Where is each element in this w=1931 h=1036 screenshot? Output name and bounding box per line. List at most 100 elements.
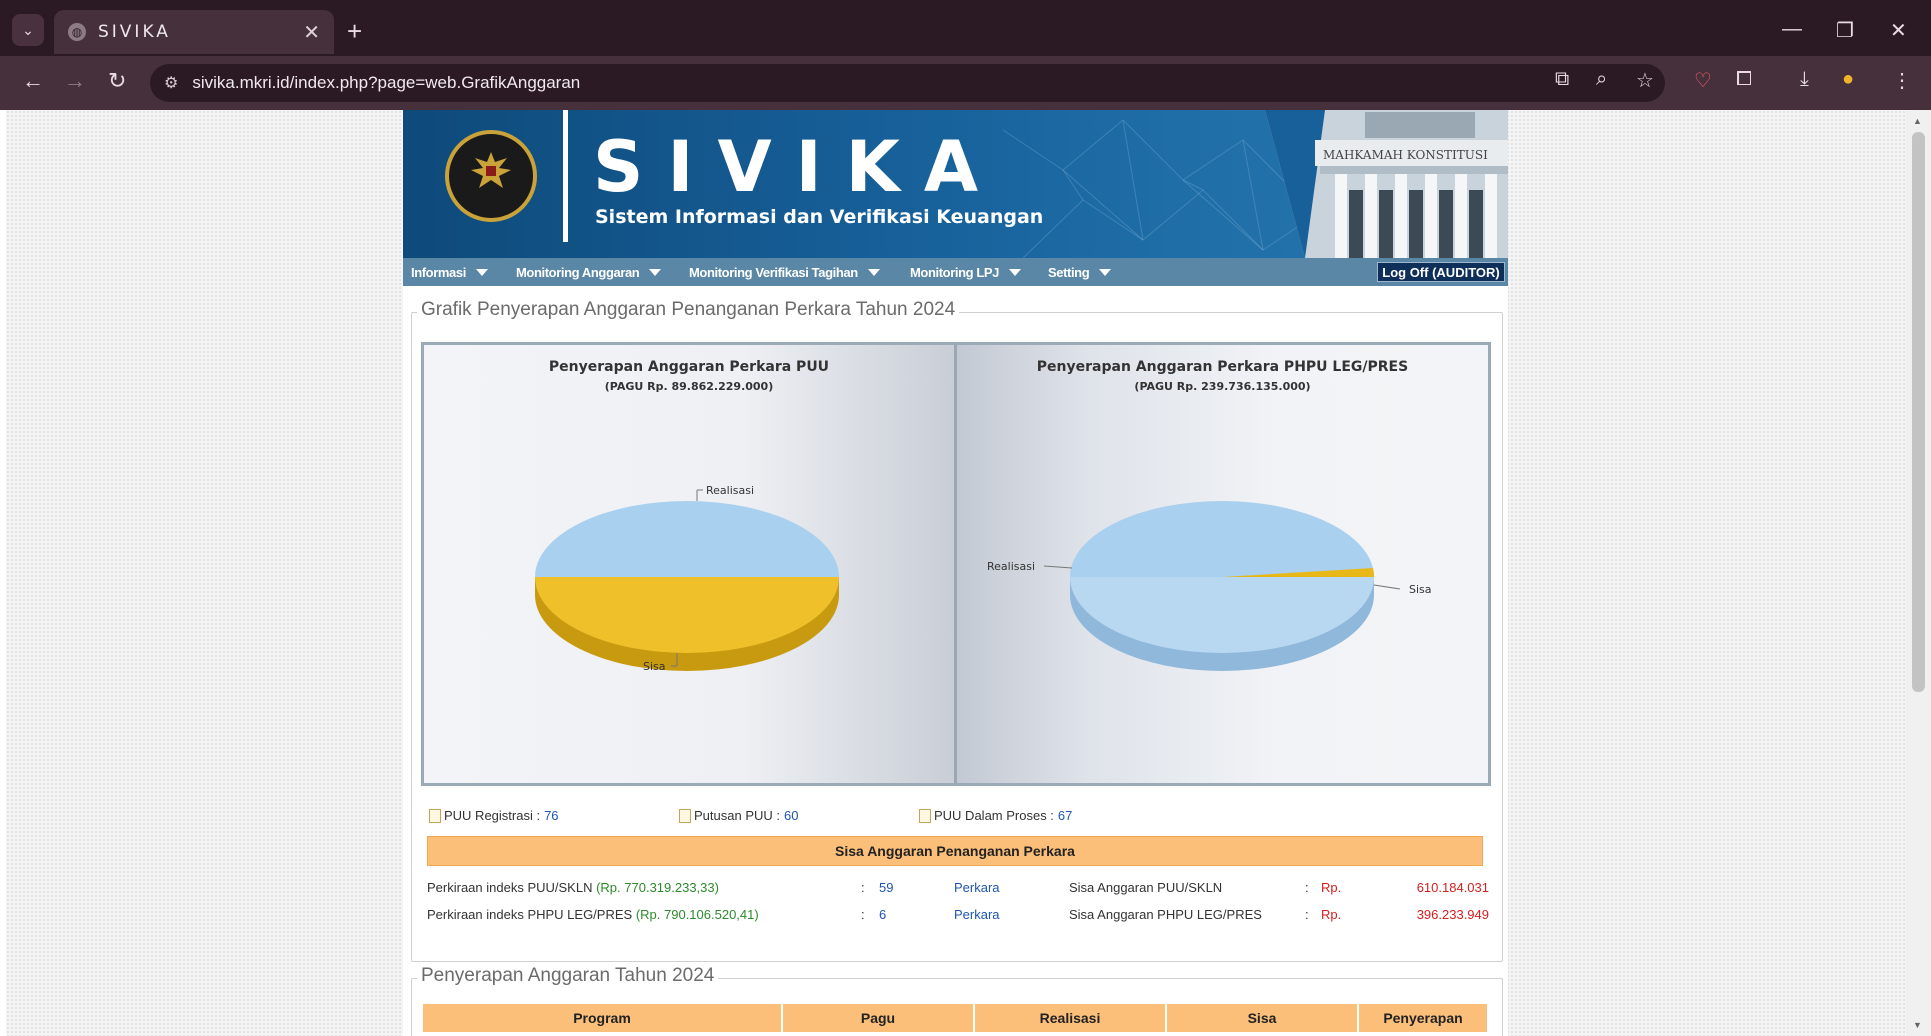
menu-setting[interactable]: Setting bbox=[1048, 258, 1112, 286]
label-line bbox=[1043, 565, 1073, 569]
pie-slice-realisasi bbox=[1070, 501, 1374, 577]
stat-putusan-puu: Putusan PUU : 60 bbox=[679, 808, 798, 823]
pie-label-realisasi: Realisasi bbox=[987, 560, 1035, 573]
browser-toolbar: ← → ↻ ⚙ sivika.mkri.id/index.php?page=we… bbox=[0, 56, 1931, 110]
building-sign: MAHKAMAH KONSTITUSI bbox=[1323, 148, 1488, 162]
menu-monitoring-lpj[interactable]: Monitoring LPJ bbox=[910, 258, 1021, 286]
browser-chrome: ⌄ ◍ SIVIKA ✕ + — ❐ ✕ ← → ↻ ⚙ sivika.mkri… bbox=[0, 0, 1931, 110]
colon: : bbox=[861, 880, 865, 895]
caret-down-icon bbox=[867, 268, 880, 276]
globe-icon: ◍ bbox=[68, 23, 86, 41]
column-header-program: Program bbox=[423, 1004, 781, 1032]
browser-tab[interactable]: ◍ SIVIKA ✕ bbox=[54, 10, 334, 54]
menu-dots-icon[interactable]: ⋮ bbox=[1892, 68, 1912, 93]
stat-value: 76 bbox=[544, 808, 559, 823]
sisa-amount: 610.184.031 bbox=[1416, 880, 1489, 895]
perkara-unit: Perkara bbox=[954, 907, 1000, 922]
chart-panel: Penyerapan Anggaran Perkara PUU (PAGU Rp… bbox=[421, 342, 1491, 786]
sisa-anggaran-header: Sisa Anggaran Penanganan Perkara bbox=[427, 836, 1483, 866]
pie-label-sisa: Sisa bbox=[643, 660, 666, 673]
vertical-scrollbar[interactable]: ▲ ▼ bbox=[1906, 110, 1931, 1036]
caret-down-icon bbox=[475, 268, 488, 276]
stat-value: 60 bbox=[784, 808, 799, 823]
menu-label: Monitoring Anggaran bbox=[516, 264, 640, 280]
star-icon[interactable]: ☆ bbox=[1636, 68, 1654, 93]
sisa-label: Sisa Anggaran PUU/SKLN bbox=[1069, 880, 1223, 895]
brand-subtitle: Sistem Informasi dan Verifikasi Keuangan bbox=[595, 206, 1044, 228]
indeks-value: (Rp. 790.106.520,41) bbox=[635, 907, 759, 922]
indeks-label: Perkiraan indeks PUU/SKLN bbox=[427, 880, 593, 895]
column-header-penyerapan: Penyerapan bbox=[1359, 1004, 1487, 1032]
brand-title: SIVIKA bbox=[593, 126, 1003, 208]
menu-label: Monitoring Verifikasi Tagihan bbox=[689, 264, 858, 280]
translate-icon[interactable]: ⧉ bbox=[1555, 68, 1569, 91]
caret-down-icon bbox=[649, 268, 662, 276]
currency: Rp. bbox=[1321, 907, 1342, 922]
pocket-icon[interactable]: ♡ bbox=[1694, 68, 1712, 93]
indeks-label: Perkiraan indeks PHPU LEG/PRES bbox=[427, 907, 633, 922]
main-menu: Informasi Monitoring Anggaran Monitoring… bbox=[403, 258, 1508, 286]
header-banner: SIVIKA Sistem Informasi dan Verifikasi K… bbox=[403, 110, 1508, 258]
scrollbar-thumb[interactable] bbox=[1912, 132, 1925, 692]
currency: Rp. bbox=[1321, 880, 1342, 895]
site-info-icon[interactable]: ⚙ bbox=[164, 73, 178, 93]
menu-label: Setting bbox=[1048, 264, 1090, 280]
colon: : bbox=[861, 907, 865, 922]
chart-phpu: Penyerapan Anggaran Perkara PHPU LEG/PRE… bbox=[957, 345, 1488, 783]
pie-label-sisa: Sisa bbox=[1409, 583, 1432, 596]
scroll-up-icon[interactable]: ▲ bbox=[1913, 116, 1922, 126]
tab-strip: ⌄ ◍ SIVIKA ✕ + — ❐ ✕ bbox=[0, 6, 1931, 56]
pie-slice-realisasi bbox=[535, 501, 839, 577]
restore-icon[interactable]: ❐ bbox=[1836, 18, 1854, 43]
logoff-button[interactable]: Log Off (AUDITOR) bbox=[1377, 262, 1505, 282]
address-bar[interactable]: ⚙ sivika.mkri.id/index.php?page=web.Graf… bbox=[150, 64, 1665, 102]
close-icon[interactable]: ✕ bbox=[303, 20, 320, 45]
back-icon[interactable]: ← bbox=[22, 68, 44, 94]
court-building-image: MAHKAMAH KONSTITUSI bbox=[1265, 110, 1508, 258]
stat-puu-dalam-proses: PUU Dalam Proses : 67 bbox=[919, 808, 1072, 823]
reload-icon[interactable]: ↻ bbox=[108, 68, 126, 94]
tab-search-button[interactable]: ⌄ bbox=[12, 14, 44, 46]
menu-label: Informasi bbox=[411, 264, 466, 280]
document-icon bbox=[919, 808, 931, 823]
header-divider bbox=[563, 110, 568, 242]
caret-down-icon bbox=[1099, 268, 1112, 276]
label-line bbox=[1373, 584, 1401, 590]
menu-monitoring-verifikasi-tagihan[interactable]: Monitoring Verifikasi Tagihan bbox=[689, 258, 880, 286]
indeks-value: (Rp. 770.319.233,33) bbox=[596, 880, 719, 895]
document-icon bbox=[429, 808, 441, 823]
stat-label: PUU Dalam Proses : bbox=[934, 808, 1054, 823]
minimize-icon[interactable]: — bbox=[1782, 18, 1802, 41]
profile-avatar[interactable]: ● bbox=[1842, 68, 1854, 91]
page-content: SIVIKA Sistem Informasi dan Verifikasi K… bbox=[403, 110, 1508, 1036]
section-title: Penyerapan Anggaran Tahun 2024 bbox=[417, 965, 719, 987]
column-header-pagu: Pagu bbox=[783, 1004, 973, 1032]
zoom-icon[interactable]: ⌕ bbox=[1596, 68, 1607, 91]
sisa-label: Sisa Anggaran PHPU LEG/PRES bbox=[1069, 907, 1262, 922]
stat-puu-registrasi: PUU Registrasi : 76 bbox=[429, 808, 559, 823]
pie-chart-puu: Realisasi Sisa bbox=[535, 484, 839, 673]
menu-informasi[interactable]: Informasi bbox=[411, 258, 488, 286]
stat-label: Putusan PUU : bbox=[694, 808, 780, 823]
column-header-sisa: Sisa bbox=[1167, 1004, 1357, 1032]
new-tab-button[interactable]: + bbox=[347, 16, 362, 47]
url-text: sivika.mkri.id/index.php?page=web.Grafik… bbox=[192, 73, 581, 92]
perkara-count: 6 bbox=[879, 907, 887, 922]
extensions-icon[interactable]: ⧠ bbox=[1736, 68, 1752, 91]
menu-label: Monitoring LPJ bbox=[910, 264, 999, 280]
perkara-count: 59 bbox=[879, 880, 894, 895]
forward-icon[interactable]: → bbox=[64, 68, 86, 94]
pie-chart-phpu: Realisasi Sisa bbox=[987, 501, 1432, 671]
caret-down-icon bbox=[1009, 268, 1021, 276]
perkara-unit: Perkara bbox=[954, 880, 1000, 895]
document-icon bbox=[679, 808, 691, 823]
download-icon[interactable]: ⤓ bbox=[1800, 68, 1809, 91]
pie-label-realisasi: Realisasi bbox=[706, 484, 754, 497]
window-close-icon[interactable]: ✕ bbox=[1890, 18, 1907, 43]
page-viewport: SIVIKA Sistem Informasi dan Verifikasi K… bbox=[6, 110, 1906, 1036]
stat-label: PUU Registrasi : bbox=[444, 808, 541, 823]
column-header-realisasi: Realisasi bbox=[975, 1004, 1165, 1032]
tab-title: SIVIKA bbox=[98, 22, 171, 42]
scroll-down-icon[interactable]: ▼ bbox=[1913, 1020, 1922, 1030]
menu-monitoring-anggaran[interactable]: Monitoring Anggaran bbox=[516, 258, 662, 286]
